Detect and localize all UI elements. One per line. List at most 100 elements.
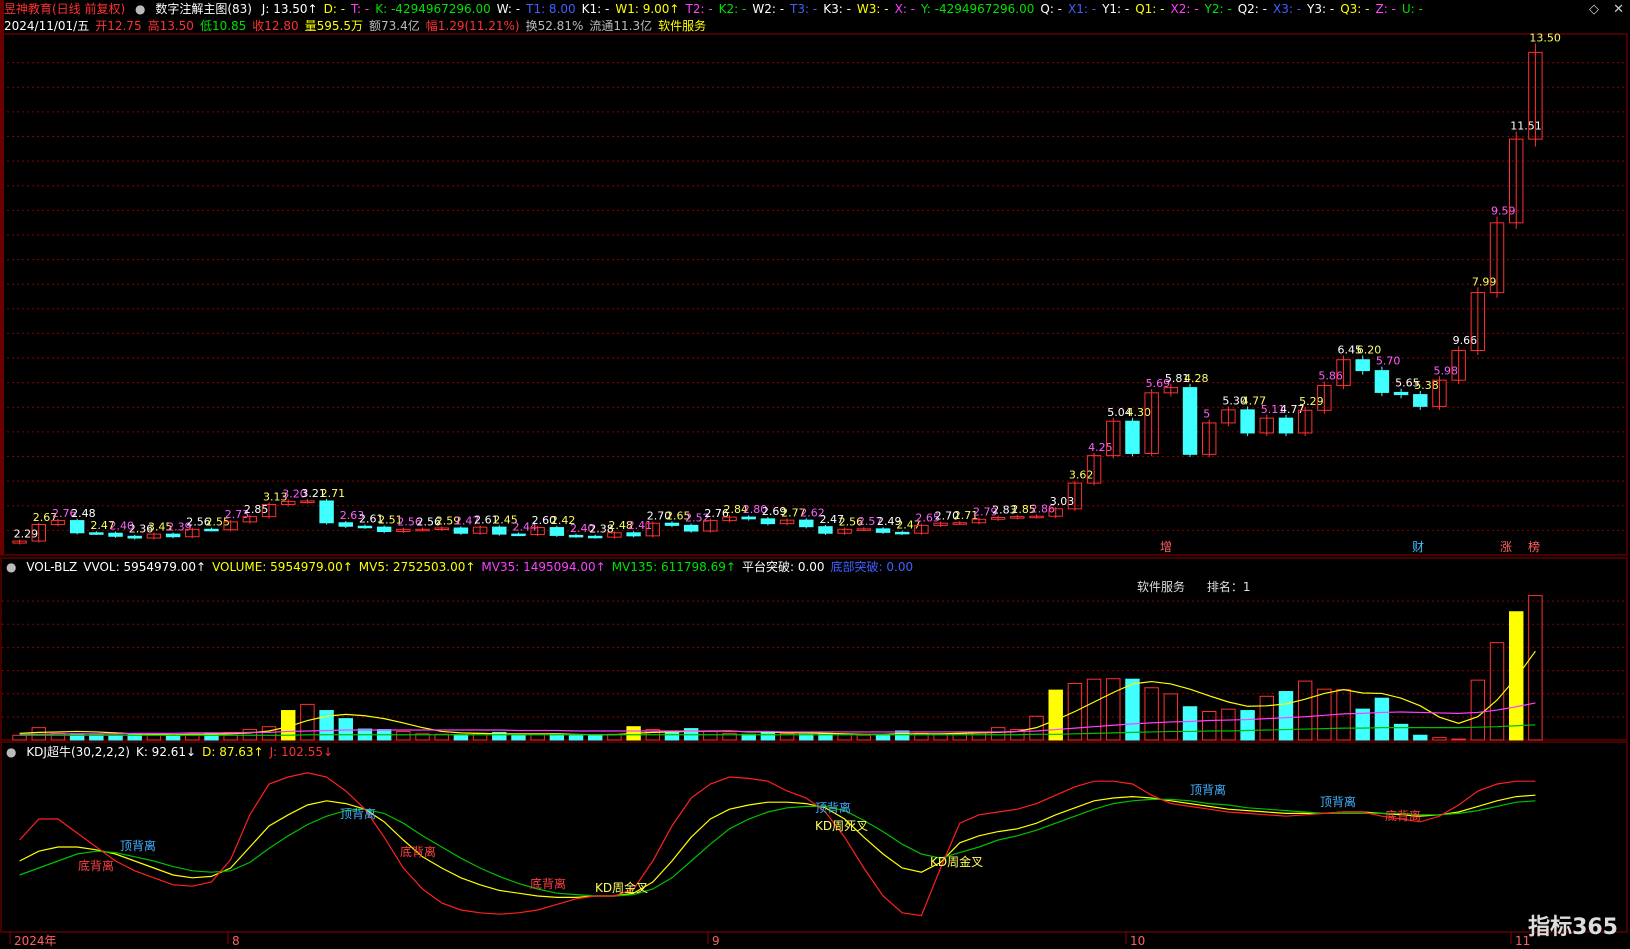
settings-circle-icon[interactable]: ● bbox=[6, 560, 16, 574]
volume-note: 软件服务 排名：1 bbox=[1137, 578, 1250, 595]
stock-chart[interactable]: 2.292.672.762.482.472.402.363.452.392.56… bbox=[0, 0, 1630, 949]
candle-body bbox=[683, 524, 699, 532]
candle-body bbox=[626, 532, 641, 537]
price-marker: 榜 bbox=[1528, 539, 1540, 554]
volume-bar bbox=[453, 734, 469, 741]
kdj-header: ● KDJ超牛(30,2,2,2) K: 92.61↓ D: 87.63↑ J: 10… bbox=[0, 743, 1630, 761]
kdj-series: 底背离顶背离顶背离底背离底背离 KD周金叉顶背离KD周死叉KD周金叉顶背离顶背离底… bbox=[19, 772, 1536, 917]
price-label: 7.99 bbox=[1472, 275, 1497, 288]
candle-body bbox=[376, 526, 392, 532]
vol-field-4: MV35: 1495094.00↑ bbox=[481, 560, 606, 574]
kdj-annotation: 顶背离 bbox=[1320, 794, 1356, 809]
volume-bar bbox=[703, 730, 718, 741]
price-label: 3.03 bbox=[1050, 495, 1075, 508]
candle-body bbox=[69, 520, 85, 534]
candle-body bbox=[108, 532, 123, 537]
candle-body bbox=[1355, 359, 1370, 372]
candlestick-series: 2.292.672.762.482.472.402.363.452.392.56… bbox=[12, 32, 1561, 554]
kdj-annotation: 顶背离 bbox=[815, 800, 851, 815]
kdj-annotation: 底背离 bbox=[1385, 808, 1421, 823]
mv5-line bbox=[19, 650, 1536, 736]
volume-bar bbox=[12, 734, 27, 741]
kdj-annotation: 顶背离 bbox=[120, 838, 156, 853]
price-marker: 增 bbox=[1160, 540, 1172, 554]
volume-bar bbox=[1413, 734, 1428, 741]
candle-body bbox=[492, 526, 507, 535]
price-label: 5.29 bbox=[1299, 395, 1324, 408]
volume-bar bbox=[1297, 680, 1313, 741]
volume-bar bbox=[1509, 611, 1524, 741]
volume-bar bbox=[338, 718, 353, 741]
vol-field-2: VOLUME: 5954979.00↑ bbox=[212, 560, 353, 574]
x-axis-label: 2024年 bbox=[14, 934, 57, 948]
kdj-annotation: 底背离 bbox=[78, 858, 114, 873]
volume-bar bbox=[760, 731, 776, 741]
volume-bar bbox=[1470, 679, 1486, 741]
vol-field-3: MV5: 2752503.00↑ bbox=[358, 560, 476, 574]
candle-body bbox=[127, 535, 142, 539]
settings-circle-icon[interactable]: ● bbox=[6, 745, 16, 759]
kdj-annotation: KD周金叉 bbox=[930, 854, 983, 869]
volume-bar bbox=[108, 734, 123, 741]
candle-body bbox=[1374, 370, 1390, 393]
volume-bar bbox=[319, 710, 334, 741]
volume-bar bbox=[1240, 710, 1255, 741]
volume-header: ● VOL-BLZ VVOL: 5954979.00↑ VOLUME: 595497… bbox=[0, 558, 1630, 576]
candle-body bbox=[319, 500, 334, 524]
volume-bar bbox=[261, 726, 277, 741]
volume-bar bbox=[1221, 708, 1236, 741]
price-label: 9.66 bbox=[1453, 334, 1478, 347]
price-label: 11.51 bbox=[1510, 120, 1542, 133]
volume-bar bbox=[1125, 678, 1140, 741]
price-label: 5.98 bbox=[1433, 364, 1458, 377]
volume-bar bbox=[1432, 737, 1447, 741]
kdj-field-0: KDJ超牛(30,2,2,2) bbox=[26, 745, 130, 759]
kdj-annotation: 底背离 bbox=[530, 876, 566, 891]
price-label: 2.29 bbox=[14, 528, 39, 541]
kdj-field-1: K: 92.61↓ bbox=[135, 745, 197, 759]
volume-bar bbox=[1086, 678, 1102, 741]
candle-body bbox=[1413, 394, 1428, 407]
volume-bar bbox=[165, 734, 181, 741]
panel-border-2 bbox=[0, 741, 1628, 933]
volume-bar bbox=[396, 730, 411, 741]
price-label: 9.59 bbox=[1491, 205, 1516, 218]
price-label: 13.50 bbox=[1529, 32, 1561, 45]
price-label: 2.48 bbox=[71, 507, 96, 520]
candle-body bbox=[549, 527, 565, 536]
candle-body bbox=[799, 519, 814, 528]
j-line bbox=[19, 772, 1536, 917]
volume-bar bbox=[1048, 689, 1063, 741]
x-axis: 2024年 8 9 10 11 bbox=[9, 932, 1530, 948]
kdj-annotation: 顶背离 bbox=[340, 806, 376, 821]
price-label: 5 bbox=[1203, 408, 1210, 421]
volume-bar bbox=[664, 731, 680, 741]
price-label: 4.25 bbox=[1088, 441, 1113, 454]
vol-field-5: MV135: 611798.69↑ bbox=[611, 560, 736, 574]
price-label: 5.86 bbox=[1318, 370, 1343, 383]
candle-body bbox=[165, 533, 181, 538]
price-label: 3.62 bbox=[1069, 469, 1094, 482]
volume-series bbox=[12, 595, 1543, 741]
candle-body bbox=[568, 534, 584, 538]
sector-name: 软件服务 bbox=[1137, 580, 1186, 594]
candle-body bbox=[895, 531, 910, 535]
vol-field-1: VVOL: 5954979.00↑ bbox=[83, 560, 207, 574]
price-marker: 财 bbox=[1412, 540, 1424, 554]
k-line bbox=[19, 794, 1536, 899]
candle-body bbox=[1182, 387, 1198, 455]
candle-body bbox=[1278, 417, 1294, 434]
price-label: 2.71 bbox=[321, 487, 346, 500]
candle-body bbox=[588, 535, 603, 539]
kdj-annotation: 顶背离 bbox=[1190, 782, 1226, 797]
volume-bar bbox=[990, 727, 1006, 741]
candle-body bbox=[1240, 409, 1255, 434]
kdj-field-3: J: 102.55↓ bbox=[269, 745, 334, 759]
price-marker: 涨 bbox=[1500, 539, 1512, 554]
volume-bar bbox=[1278, 691, 1294, 741]
candle-body bbox=[741, 516, 756, 520]
volume-bar bbox=[1182, 706, 1198, 741]
candle-body bbox=[760, 518, 776, 525]
candle-body bbox=[357, 525, 373, 529]
price-label: 4.30 bbox=[1126, 406, 1151, 419]
